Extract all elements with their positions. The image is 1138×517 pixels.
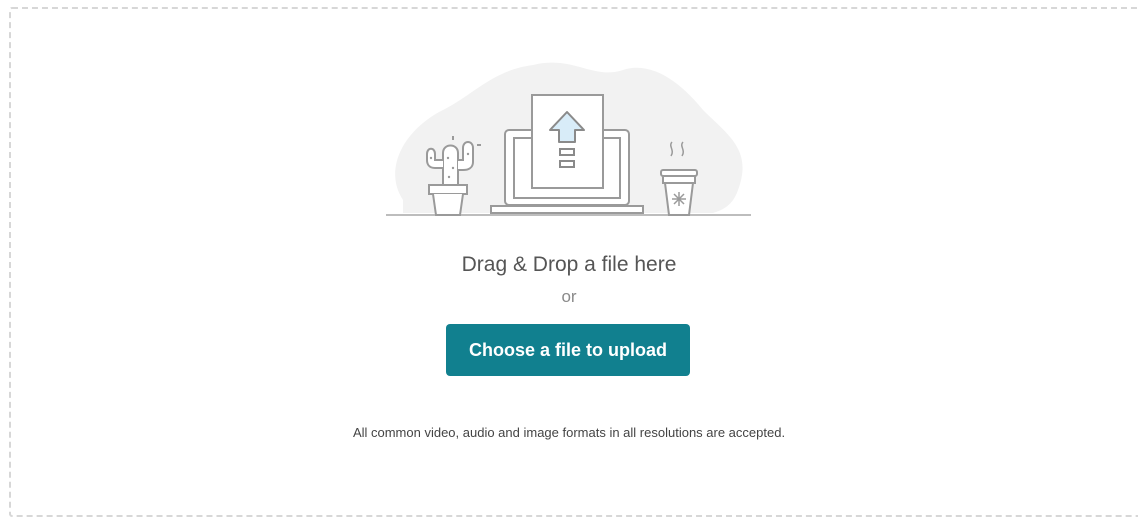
upload-illustration xyxy=(386,62,751,216)
choose-file-button[interactable]: Choose a file to upload xyxy=(446,324,690,376)
coffee-cup-logo xyxy=(672,192,686,206)
choose-file-button-label: Choose a file to upload xyxy=(468,339,667,360)
accepted-formats-note: All common video, audio and image format… xyxy=(352,425,786,440)
drag-drop-label: Drag & Drop a file here xyxy=(461,253,677,276)
or-separator: or xyxy=(561,287,577,306)
